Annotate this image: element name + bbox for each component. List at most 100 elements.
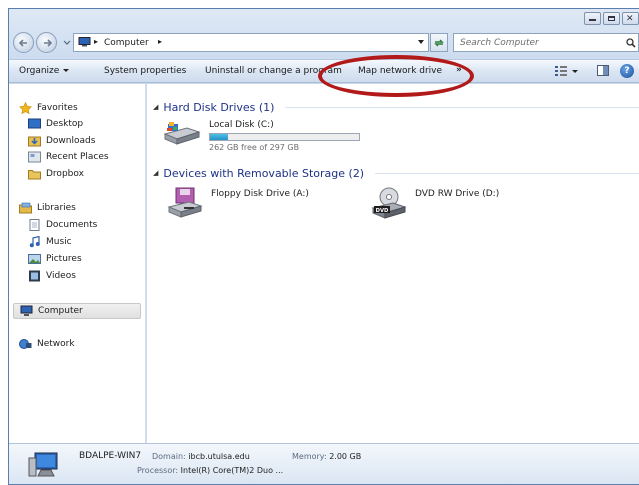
help-icon[interactable]: ?: [620, 64, 634, 78]
domain-label: Domain:: [152, 452, 186, 461]
minimize-button[interactable]: [584, 12, 601, 25]
nav-dropbox-label: Dropbox: [46, 169, 84, 179]
documents-icon: [28, 219, 41, 231]
dvd-badge: DVD: [376, 208, 389, 214]
group-header-hard-disk-drives[interactable]: ◢ Hard Disk Drives (1): [153, 100, 639, 114]
dvd-drive-icon: DVD: [371, 187, 407, 219]
explorer-window: ✕ ▸ Computer ▸ Search Computer Organize …: [8, 8, 639, 485]
nav-computer-label: Computer: [38, 306, 83, 316]
window-controls: ✕: [584, 12, 639, 25]
memory-value: 2.00 GB: [329, 452, 362, 461]
pictures-icon: [28, 253, 41, 265]
group-divider: [285, 106, 639, 108]
nav-downloads-label: Downloads: [46, 136, 96, 146]
computer-large-icon: [28, 452, 58, 477]
content-pane: ◢ Hard Disk Drives (1) Local Disk (C:) 2…: [147, 84, 639, 443]
hard-drive-icon: [163, 122, 201, 145]
recent-places-icon: [28, 151, 41, 163]
breadcrumb-computer[interactable]: Computer: [104, 38, 149, 48]
address-bar[interactable]: ▸ Computer ▸: [73, 33, 429, 52]
memory-row: Memory: 2.00 GB: [292, 452, 361, 461]
collapse-triangle-icon: ◢: [153, 169, 159, 177]
view-dropdown-icon[interactable]: [572, 70, 578, 73]
domain-value: ibcb.utulsa.edu: [188, 452, 250, 461]
nav-computer[interactable]: Computer: [13, 303, 141, 319]
nav-favorites[interactable]: Favorites: [19, 101, 78, 115]
processor-label: Processor:: [137, 466, 179, 475]
more-commands-button[interactable]: »: [456, 65, 462, 75]
nav-documents[interactable]: Documents: [28, 218, 97, 232]
nav-dropbox[interactable]: Dropbox: [28, 167, 84, 181]
nav-pictures[interactable]: Pictures: [28, 252, 82, 266]
nav-pictures-label: Pictures: [46, 254, 82, 264]
system-properties-button[interactable]: System properties: [104, 66, 186, 76]
navigation-pane: Favorites Desktop Downloads Recent Place…: [9, 84, 146, 443]
nav-libraries-label: Libraries: [37, 203, 76, 213]
address-dropdown-icon[interactable]: [418, 40, 424, 44]
command-bar: Organize System properties Uninstall or …: [9, 59, 639, 83]
nav-desktop-label: Desktop: [46, 119, 84, 129]
map-network-drive-button[interactable]: Map network drive: [358, 66, 442, 76]
breadcrumb-separator-icon[interactable]: ▸: [158, 37, 162, 46]
refresh-button[interactable]: [430, 33, 448, 52]
close-icon: ✕: [626, 14, 634, 24]
nav-music-label: Music: [46, 237, 72, 247]
dvd-drive-name: DVD RW Drive (D:): [415, 189, 500, 199]
computer-name: BDALPE-WIN7: [79, 451, 142, 461]
nav-libraries[interactable]: Libraries: [19, 201, 76, 215]
search-placeholder: Search Computer: [460, 38, 539, 48]
nav-downloads[interactable]: Downloads: [28, 134, 95, 148]
drive-dvd-rw-d[interactable]: DVD DVD RW Drive (D:): [371, 187, 499, 221]
memory-label: Memory:: [292, 452, 327, 461]
videos-icon: [28, 270, 41, 282]
preview-pane-icon[interactable]: [597, 65, 609, 76]
nav-recent-places[interactable]: Recent Places: [28, 150, 109, 164]
local-disk-name: Local Disk (C:): [209, 120, 274, 130]
nav-desktop[interactable]: Desktop: [28, 117, 83, 131]
group-header-label: Hard Disk Drives (1): [163, 100, 275, 114]
star-icon: [19, 101, 32, 115]
navigation-row: ▸ Computer ▸ Search Computer: [13, 30, 639, 56]
minimize-icon: [589, 19, 596, 21]
disk-usage-bar: [209, 133, 360, 141]
forward-arrow-icon: [44, 39, 52, 47]
group-header-label: Devices with Removable Storage (2): [163, 166, 365, 180]
change-view-icon[interactable]: [554, 65, 568, 77]
computer-icon: [78, 37, 91, 47]
drive-local-disk-c[interactable]: Local Disk (C:) 262 GB free of 297 GB: [161, 118, 360, 152]
nav-videos-label: Videos: [46, 271, 76, 281]
drive-floppy-a[interactable]: Floppy Disk Drive (A:): [167, 187, 309, 221]
local-disk-info: Local Disk (C:) 262 GB free of 297 GB: [209, 118, 360, 152]
maximize-button[interactable]: [603, 12, 620, 25]
group-header-removable-storage[interactable]: ◢ Devices with Removable Storage (2): [153, 166, 639, 180]
floppy-drive-icon: [167, 187, 203, 218]
nav-network-label: Network: [37, 339, 75, 349]
local-disk-free-space: 262 GB free of 297 GB: [209, 143, 300, 152]
nav-favorites-label: Favorites: [37, 103, 78, 113]
folder-icon: [28, 168, 41, 180]
desktop-icon: [28, 118, 41, 130]
organize-dropdown-icon: [63, 69, 70, 72]
close-button[interactable]: ✕: [622, 12, 639, 25]
forward-button[interactable]: [36, 32, 57, 53]
nav-network[interactable]: Network: [19, 337, 75, 351]
floppy-drive-name: Floppy Disk Drive (A:): [211, 189, 309, 199]
refresh-icon: [434, 39, 444, 47]
back-button[interactable]: [13, 32, 34, 53]
back-arrow-icon: [19, 39, 27, 47]
organize-label: Organize: [19, 66, 60, 76]
group-divider: [375, 172, 639, 174]
network-icon: [19, 338, 32, 350]
search-icon[interactable]: [626, 38, 636, 48]
maximize-icon: [608, 16, 615, 21]
domain-row: Domain: ibcb.utulsa.edu: [152, 452, 250, 461]
details-pane: BDALPE-WIN7 Domain: ibcb.utulsa.edu Memo…: [9, 443, 639, 484]
nav-music[interactable]: Music: [28, 235, 72, 249]
organize-button[interactable]: Organize: [19, 66, 70, 76]
nav-videos[interactable]: Videos: [28, 269, 76, 283]
recent-pages-dropdown-icon[interactable]: [63, 37, 71, 47]
search-input[interactable]: Search Computer: [453, 33, 639, 52]
music-icon: [28, 235, 41, 248]
breadcrumb-separator-icon: ▸: [94, 37, 99, 46]
uninstall-program-button[interactable]: Uninstall or change a program: [205, 66, 342, 76]
